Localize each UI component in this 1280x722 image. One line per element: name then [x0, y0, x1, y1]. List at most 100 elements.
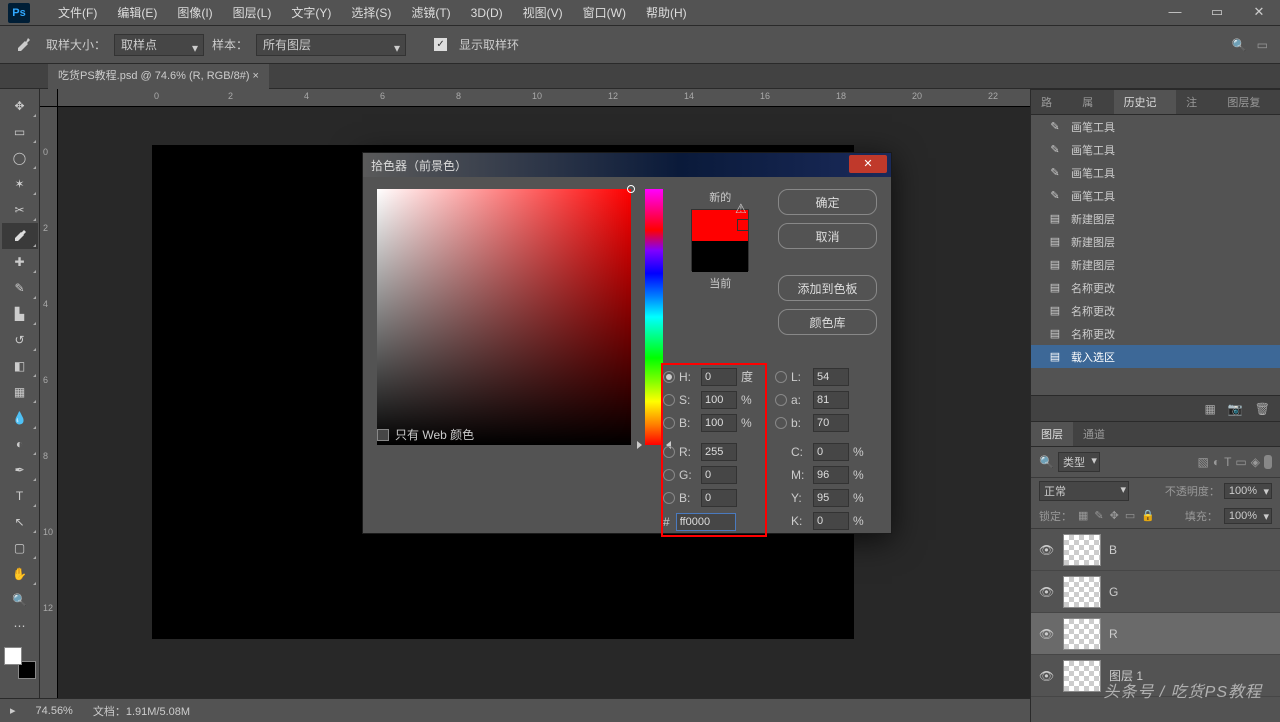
radio-l[interactable] — [775, 371, 787, 383]
gamut-warning-icon[interactable]: ⚠ — [735, 201, 747, 217]
history-brush-tool[interactable]: ↺ — [2, 327, 38, 353]
zoom-tool[interactable]: 🔍 — [2, 587, 38, 613]
tab-channels[interactable]: 通道 — [1073, 422, 1115, 446]
field-h[interactable] — [701, 368, 737, 386]
path-select-tool[interactable]: ↖ — [2, 509, 38, 535]
tab-paths[interactable]: 路径 — [1031, 90, 1072, 114]
tab-comps[interactable]: 图层复合 — [1217, 90, 1280, 114]
current-color-swatch[interactable] — [692, 241, 748, 272]
show-ring-checkbox[interactable]: ✓ — [434, 38, 447, 51]
history-item[interactable]: ✎画笔工具 — [1031, 138, 1280, 161]
minimize-button[interactable]: — — [1154, 0, 1196, 26]
cancel-button[interactable]: 取消 — [778, 223, 877, 249]
dialog-close-button[interactable]: ✕ — [849, 155, 887, 173]
brush-tool[interactable]: ✎ — [2, 275, 38, 301]
radio-h[interactable] — [663, 371, 675, 383]
lock-all-icon[interactable]: 🔒 — [1141, 509, 1155, 522]
menu-layer[interactable]: 图层(L) — [223, 0, 282, 26]
field-s[interactable] — [701, 391, 737, 409]
visibility-toggle[interactable]: 👁 — [1039, 669, 1055, 683]
fill-value[interactable]: 100% — [1224, 508, 1272, 524]
stamp-tool[interactable]: ▙ — [2, 301, 38, 327]
gamut-color-swatch[interactable] — [737, 219, 749, 231]
layer-name[interactable]: G — [1109, 585, 1118, 599]
layer-thumbnail[interactable] — [1063, 618, 1101, 650]
field-r[interactable] — [701, 443, 737, 461]
ruler-horizontal[interactable]: 0246810121416182022 — [58, 89, 1030, 107]
document-tab[interactable]: 吃货PS教程.psd @ 74.6% (R, RGB/8#) × — [48, 64, 269, 89]
field-l[interactable] — [813, 368, 849, 386]
status-zoom[interactable]: 74.56% — [36, 705, 73, 717]
radio-b[interactable] — [663, 417, 675, 429]
opacity-value[interactable]: 100% — [1224, 483, 1272, 499]
lock-brush-icon[interactable]: ✎ — [1094, 509, 1103, 522]
camera-icon[interactable]: 📷 — [1228, 402, 1243, 416]
field-b[interactable] — [701, 414, 737, 432]
radio-s[interactable] — [663, 394, 675, 406]
sv-cursor[interactable] — [627, 185, 635, 193]
history-item[interactable]: ▤新建图层 — [1031, 253, 1280, 276]
ruler-origin[interactable] — [40, 89, 58, 107]
close-button[interactable]: ✕ — [1238, 0, 1280, 26]
filter-image-icon[interactable]: ▧ — [1197, 455, 1208, 469]
layer-name[interactable]: 图层 1 — [1109, 667, 1143, 684]
layer-thumbnail[interactable] — [1063, 576, 1101, 608]
filter-icon[interactable]: 🔍 — [1039, 455, 1054, 469]
eyedropper-tool[interactable] — [2, 223, 38, 249]
history-item[interactable]: ▤新建图层 — [1031, 207, 1280, 230]
ok-button[interactable]: 确定 — [778, 189, 877, 215]
filter-kind-select[interactable]: 类型 — [1058, 452, 1100, 472]
workspace-icon[interactable]: ▭ — [1257, 38, 1268, 52]
field-bb[interactable] — [701, 489, 737, 507]
menu-view[interactable]: 视图(V) — [513, 0, 573, 26]
sample-size-select[interactable]: 取样点 — [114, 34, 204, 56]
status-expand-icon[interactable]: ▸ — [10, 704, 16, 717]
edit-toolbar[interactable]: ⋯ — [2, 613, 38, 639]
field-k[interactable] — [813, 512, 849, 530]
layer-thumbnail[interactable] — [1063, 660, 1101, 692]
radio-a[interactable] — [775, 394, 787, 406]
web-only-checkbox[interactable] — [377, 429, 389, 441]
layer-row[interactable]: 👁R — [1031, 613, 1280, 655]
history-item[interactable]: ▤新建图层 — [1031, 230, 1280, 253]
lock-artboard-icon[interactable]: ▭ — [1125, 509, 1135, 522]
lock-pixels-icon[interactable]: ▦ — [1078, 509, 1088, 522]
layer-row[interactable]: 👁B — [1031, 529, 1280, 571]
history-item[interactable]: ▤名称更改 — [1031, 276, 1280, 299]
menu-image[interactable]: 图像(I) — [167, 0, 222, 26]
lock-position-icon[interactable]: ✥ — [1110, 509, 1119, 522]
visibility-toggle[interactable]: 👁 — [1039, 543, 1055, 557]
filter-type-icon[interactable]: T — [1224, 455, 1231, 469]
radio-bb[interactable] — [663, 492, 675, 504]
gradient-tool[interactable]: ▦ — [2, 379, 38, 405]
filter-shape-icon[interactable]: ▭ — [1235, 455, 1246, 469]
eraser-tool[interactable]: ◧ — [2, 353, 38, 379]
tab-history[interactable]: 历史记录 — [1114, 90, 1177, 114]
field-c[interactable] — [813, 443, 849, 461]
field-hex[interactable] — [676, 513, 736, 531]
magic-wand-tool[interactable]: ✶ — [2, 171, 38, 197]
tab-properties[interactable]: 属性 — [1072, 90, 1113, 114]
menu-select[interactable]: 选择(S) — [341, 0, 401, 26]
menu-help[interactable]: 帮助(H) — [636, 0, 697, 26]
status-doc-size[interactable]: 1.91M/5.08M — [126, 706, 190, 718]
foreground-swatch[interactable] — [4, 647, 22, 665]
layer-row[interactable]: 👁 图层 1 — [1031, 655, 1280, 697]
filter-smart-icon[interactable]: ◈ — [1251, 455, 1260, 469]
marquee-tool[interactable]: ▭ — [2, 119, 38, 145]
trash-icon[interactable]: 🗑 — [1255, 402, 1270, 416]
add-swatch-button[interactable]: 添加到色板 — [778, 275, 877, 301]
ruler-vertical[interactable]: 024681012 — [40, 107, 58, 722]
menu-edit[interactable]: 编辑(E) — [107, 0, 167, 26]
menu-file[interactable]: 文件(F) — [48, 0, 107, 26]
search-icon[interactable]: 🔍 — [1232, 38, 1247, 52]
filter-adjust-icon[interactable]: ◐ — [1213, 455, 1220, 469]
visibility-toggle[interactable]: 👁 — [1039, 627, 1055, 641]
history-item[interactable]: ▤载入选区 — [1031, 345, 1280, 368]
filter-toggle[interactable] — [1264, 455, 1272, 469]
lasso-tool[interactable]: ◯ — [2, 145, 38, 171]
layer-thumbnail[interactable] — [1063, 534, 1101, 566]
new-snapshot-icon[interactable]: ▦ — [1204, 402, 1215, 416]
history-item[interactable]: ✎画笔工具 — [1031, 115, 1280, 138]
maximize-button[interactable]: ▭ — [1196, 0, 1238, 26]
